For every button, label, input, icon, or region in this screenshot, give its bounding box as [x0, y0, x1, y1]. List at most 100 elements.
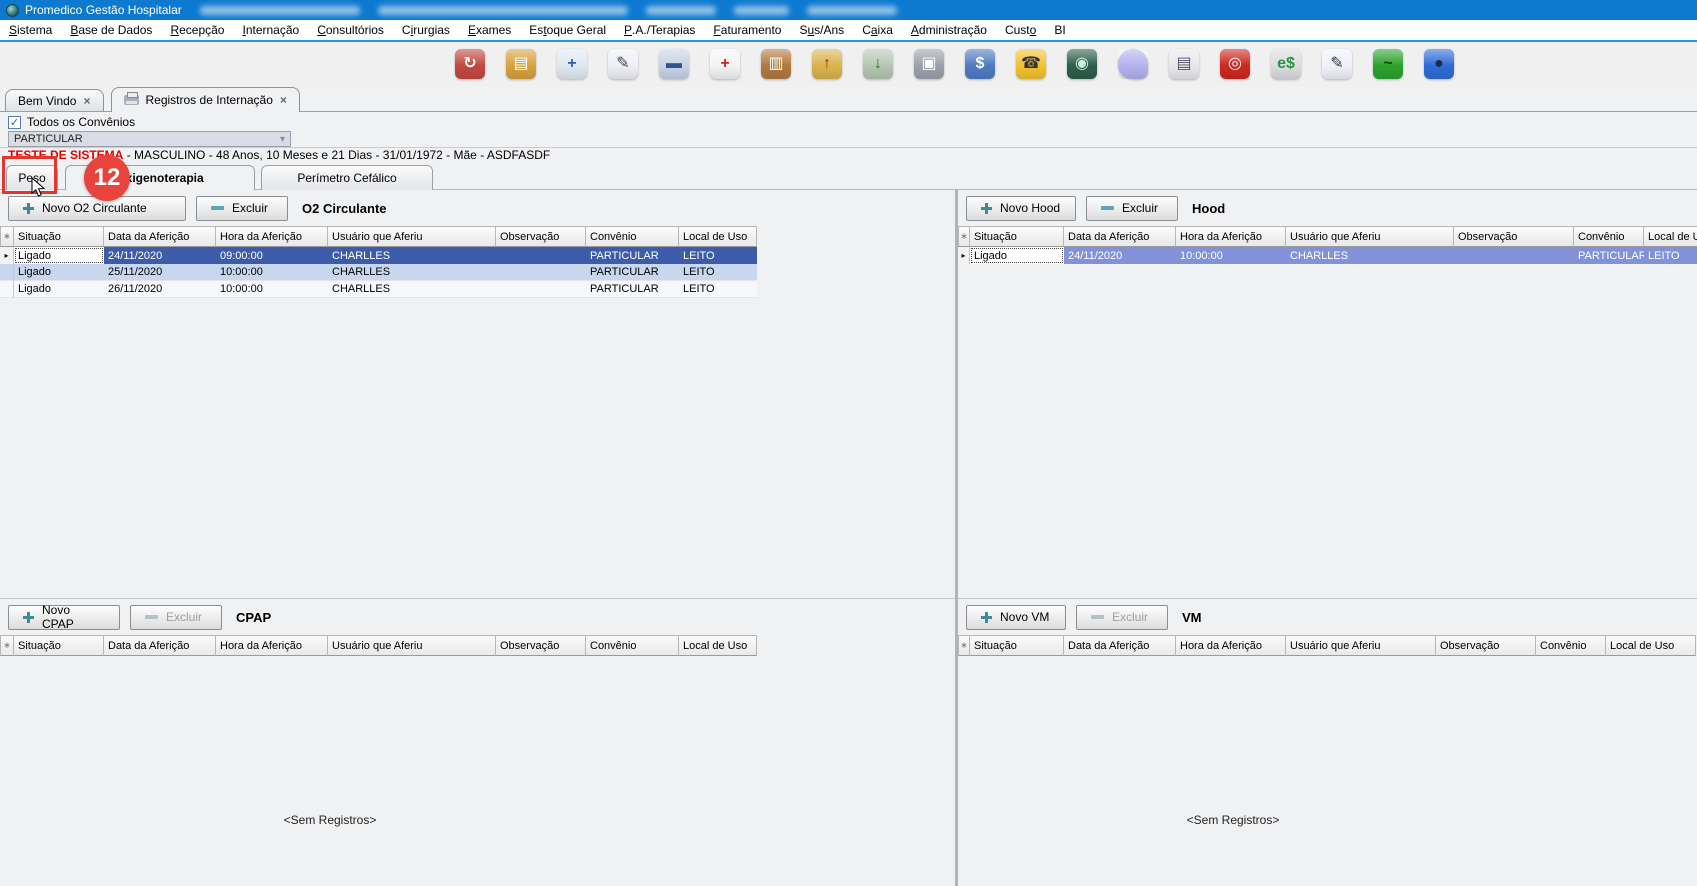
pharmacy-icon[interactable]: ▥: [761, 49, 791, 79]
ecg-book-icon[interactable]: ~: [1373, 49, 1403, 79]
column-header[interactable]: Local de Uso: [1644, 226, 1697, 247]
hospital-bed-icon[interactable]: ▬: [659, 49, 689, 79]
sync-users-icon[interactable]: ↻: [455, 49, 485, 79]
o2-toolbar: Novo O2 Circulante Excluir O2 Circulante: [0, 190, 955, 226]
column-header[interactable]: Data da Aferição: [104, 635, 216, 656]
plus-icon: [23, 203, 34, 214]
safe-icon[interactable]: ▣: [914, 49, 944, 79]
column-header[interactable]: Situação: [14, 226, 104, 247]
phonebook-icon[interactable]: ☎: [1016, 49, 1046, 79]
finance-chart-icon[interactable]: $: [965, 49, 995, 79]
excluir-cpap-button[interactable]: Excluir: [130, 605, 222, 630]
column-header[interactable]: Local de Uso: [679, 635, 757, 656]
section-cpap: Novo CPAP Excluir CPAP ∗ Situação Data d…: [0, 598, 955, 886]
table-row[interactable]: ▸ Ligado 24/11/2020 09:00:00 CHARLLES PA…: [0, 247, 757, 264]
column-header[interactable]: Observação: [496, 226, 586, 247]
novo-vm-button[interactable]: Novo VM: [966, 605, 1066, 630]
close-icon[interactable]: ×: [83, 94, 90, 108]
novo-cpap-button[interactable]: Novo CPAP: [8, 605, 120, 630]
grid-marker-icon: ∗: [0, 226, 14, 247]
excluir-hood-button[interactable]: Excluir: [1086, 196, 1178, 221]
document-pen-icon[interactable]: ✎: [1322, 49, 1352, 79]
menu-item-base-de-dados[interactable]: Base de Dados: [61, 20, 161, 40]
mouse-cursor: [31, 177, 46, 198]
column-header[interactable]: Hora da Aferição: [216, 226, 328, 247]
patients-folder-icon[interactable]: ▤: [506, 49, 536, 79]
menu-item-pa-terapias[interactable]: P.A./Terapias: [615, 20, 704, 40]
column-header[interactable]: Convênio: [586, 226, 679, 247]
column-header[interactable]: Observação: [496, 635, 586, 656]
novo-hood-button[interactable]: Novo Hood: [966, 196, 1076, 221]
tab-registros-de-internacao[interactable]: Registros de Internação ×: [111, 87, 300, 112]
redacted-text: [646, 6, 716, 15]
chat-icon[interactable]: [1118, 49, 1148, 79]
column-header[interactable]: Hora da Aferição: [1176, 635, 1286, 656]
empty-grid-message: <Sem Registros>: [0, 813, 660, 827]
revenue-up-icon[interactable]: ↑: [812, 49, 842, 79]
novo-o2-circulante-button[interactable]: Novo O2 Circulante: [8, 196, 186, 221]
table-row[interactable]: Ligado 25/11/2020 10:00:00 CHARLLES PART…: [0, 264, 757, 281]
column-header[interactable]: Hora da Aferição: [216, 635, 328, 656]
menu-item-cirurgias[interactable]: Cirurgias: [393, 20, 459, 40]
redacted-text: [734, 6, 789, 15]
ambulance-icon[interactable]: +: [710, 49, 740, 79]
excluir-vm-button[interactable]: Excluir: [1076, 605, 1168, 630]
manual-book-icon[interactable]: ◉: [1067, 49, 1097, 79]
menu-item-bi[interactable]: BI: [1045, 20, 1074, 40]
minus-icon: [211, 206, 224, 210]
menu-item-faturamento[interactable]: Faturamento: [704, 20, 790, 40]
column-header[interactable]: Convênio: [1536, 635, 1606, 656]
column-header[interactable]: Data da Aferição: [104, 226, 216, 247]
minus-icon: [1091, 615, 1104, 619]
tab-perimetro-cefalico[interactable]: Perímetro Cefálico: [261, 165, 433, 190]
menu-bar: Sistema Base de Dados Recepção Internaçã…: [0, 20, 1697, 42]
column-header[interactable]: Situação: [14, 635, 104, 656]
column-header[interactable]: Observação: [1436, 635, 1536, 656]
app-title: Promedico Gestão Hospitalar: [25, 3, 182, 17]
checkbox-icon[interactable]: ✓: [8, 116, 21, 129]
column-header[interactable]: Situação: [970, 635, 1064, 656]
column-header[interactable]: Data da Aferição: [1064, 635, 1176, 656]
contract-icon[interactable]: ✎: [608, 49, 638, 79]
column-header[interactable]: Local de Uso: [679, 226, 757, 247]
table-row[interactable]: Ligado 26/11/2020 10:00:00 CHARLLES PART…: [0, 281, 757, 298]
column-header[interactable]: Usuário que Aferiu: [1286, 226, 1454, 247]
column-header[interactable]: Situação: [970, 226, 1064, 247]
minus-icon: [1101, 206, 1114, 210]
column-header[interactable]: Observação: [1454, 226, 1574, 247]
payment-down-icon[interactable]: ↓: [863, 49, 893, 79]
menu-item-custo[interactable]: Custo: [996, 20, 1045, 40]
section-vm: Novo VM Excluir VM ∗ Situação Data da Af…: [958, 598, 1697, 886]
menu-item-administracao[interactable]: Administração: [902, 20, 996, 40]
menu-item-exames[interactable]: Exames: [459, 20, 520, 40]
menu-item-recepcao[interactable]: Recepção: [161, 20, 233, 40]
column-header[interactable]: Hora da Aferição: [1176, 226, 1286, 247]
menu-item-sus-ans[interactable]: Sus/Ans: [790, 20, 853, 40]
contacts-book-icon[interactable]: ●: [1424, 49, 1454, 79]
menu-item-sistema[interactable]: Sistema: [0, 20, 61, 40]
column-header[interactable]: Usuário que Aferiu: [328, 635, 496, 656]
table-row[interactable]: ▸ Ligado 24/11/2020 10:00:00 CHARLLES PA…: [958, 247, 1697, 264]
column-header[interactable]: Usuário que Aferiu: [1286, 635, 1436, 656]
column-header[interactable]: Local de Uso: [1606, 635, 1696, 656]
excluir-o2-button[interactable]: Excluir: [196, 196, 288, 221]
column-header[interactable]: Convênio: [1574, 226, 1644, 247]
menu-item-caixa[interactable]: Caixa: [853, 20, 902, 40]
plus-icon: [981, 612, 992, 623]
o2-grid-header: ∗ Situação Data da Aferição Hora da Afer…: [0, 226, 757, 247]
tab-bem-vindo[interactable]: Bem Vindo ×: [5, 89, 104, 111]
close-icon[interactable]: ×: [280, 93, 287, 107]
menu-item-internacao[interactable]: Internação: [233, 20, 308, 40]
column-header[interactable]: Usuário que Aferiu: [328, 226, 496, 247]
e-invoice-icon[interactable]: e$: [1271, 49, 1301, 79]
menu-item-estoque-geral[interactable]: Estoque Geral: [520, 20, 615, 40]
power-icon[interactable]: ◎: [1220, 49, 1250, 79]
tab-label: Bem Vindo: [18, 94, 76, 108]
column-header[interactable]: Convênio: [586, 635, 679, 656]
todos-convenios-checkbox[interactable]: ✓ Todos os Convênios: [8, 115, 135, 129]
doctor-icon[interactable]: +: [557, 49, 587, 79]
convenio-select[interactable]: PARTICULAR ▾: [8, 131, 291, 147]
invoice-icon[interactable]: ▤: [1169, 49, 1199, 79]
menu-item-consultorios[interactable]: Consultórios: [308, 20, 393, 40]
column-header[interactable]: Data da Aferição: [1064, 226, 1176, 247]
